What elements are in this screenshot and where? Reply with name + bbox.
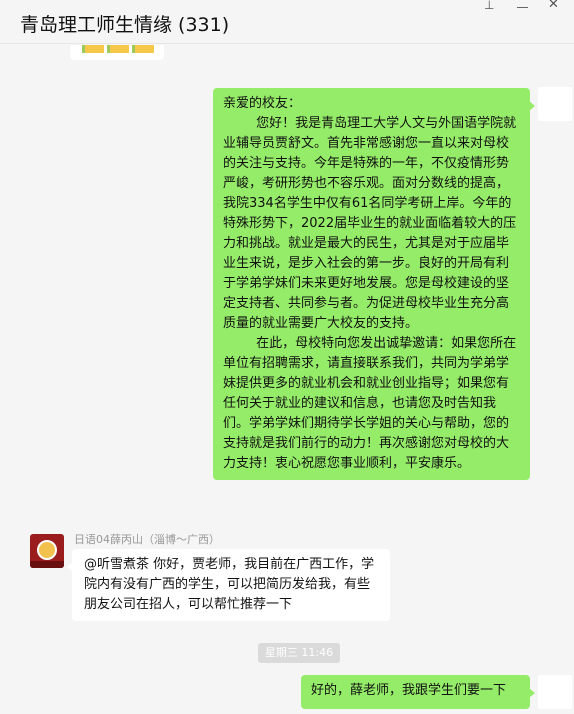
minimize-icon[interactable] bbox=[517, 0, 528, 8]
message-bubble-self[interactable]: 亲爱的校友： 您好！我是青岛理工大学人文与外国语学院就业辅导员贾舒文。首先非常感… bbox=[213, 88, 535, 480]
message-greeting: 亲爱的校友： bbox=[223, 96, 302, 111]
sticker-image bbox=[132, 45, 154, 53]
message-bubble-other[interactable]: @听雪煮茶 你好，贾老师，我目前在广西工作，学院内有没有广西的学生，可以把简历发… bbox=[67, 549, 390, 621]
pin-icon[interactable]: ⊥ bbox=[484, 0, 494, 12]
sticker-image bbox=[107, 45, 129, 53]
chat-title: 青岛理工师生情缘 (331) bbox=[20, 14, 230, 36]
message-text: 好的，薛老师，我跟学生们要一下 bbox=[311, 683, 507, 698]
message-text: @听雪煮茶 你好，贾老师，我目前在广西工作，学院内有没有广西的学生，可以把简历发… bbox=[84, 557, 375, 612]
previous-message-bubble[interactable] bbox=[70, 45, 164, 60]
chat-area[interactable]: 亲爱的校友： 您好！我是青岛理工大学人文与外国语学院就业辅导员贾舒文。首先非常感… bbox=[0, 45, 574, 714]
title-bar: 青岛理工师生情缘 (331) ⊥ ✕ bbox=[0, 0, 574, 44]
school-badge-icon bbox=[37, 540, 57, 560]
self-avatar[interactable] bbox=[538, 675, 572, 709]
sender-avatar[interactable] bbox=[30, 534, 64, 568]
self-avatar[interactable] bbox=[538, 87, 572, 121]
message-paragraph: 在此，母校特向您发出诚挚邀请：如果您所在单位有招聘需求，请直接联系我们，共同为学… bbox=[223, 336, 517, 471]
message-paragraph: 您好！我是青岛理工大学人文与外国语学院就业辅导员贾舒文。首先非常感谢您一直以来对… bbox=[223, 116, 517, 331]
message-timestamp: 星期三 11:46 bbox=[258, 643, 340, 663]
sticker-image bbox=[82, 45, 104, 53]
sender-name: 日语04薛丙山（淄博～广西） bbox=[74, 533, 220, 546]
message-bubble-self[interactable]: 好的，薛老师，我跟学生们要一下 bbox=[301, 675, 535, 709]
close-icon[interactable]: ✕ bbox=[548, 0, 559, 12]
